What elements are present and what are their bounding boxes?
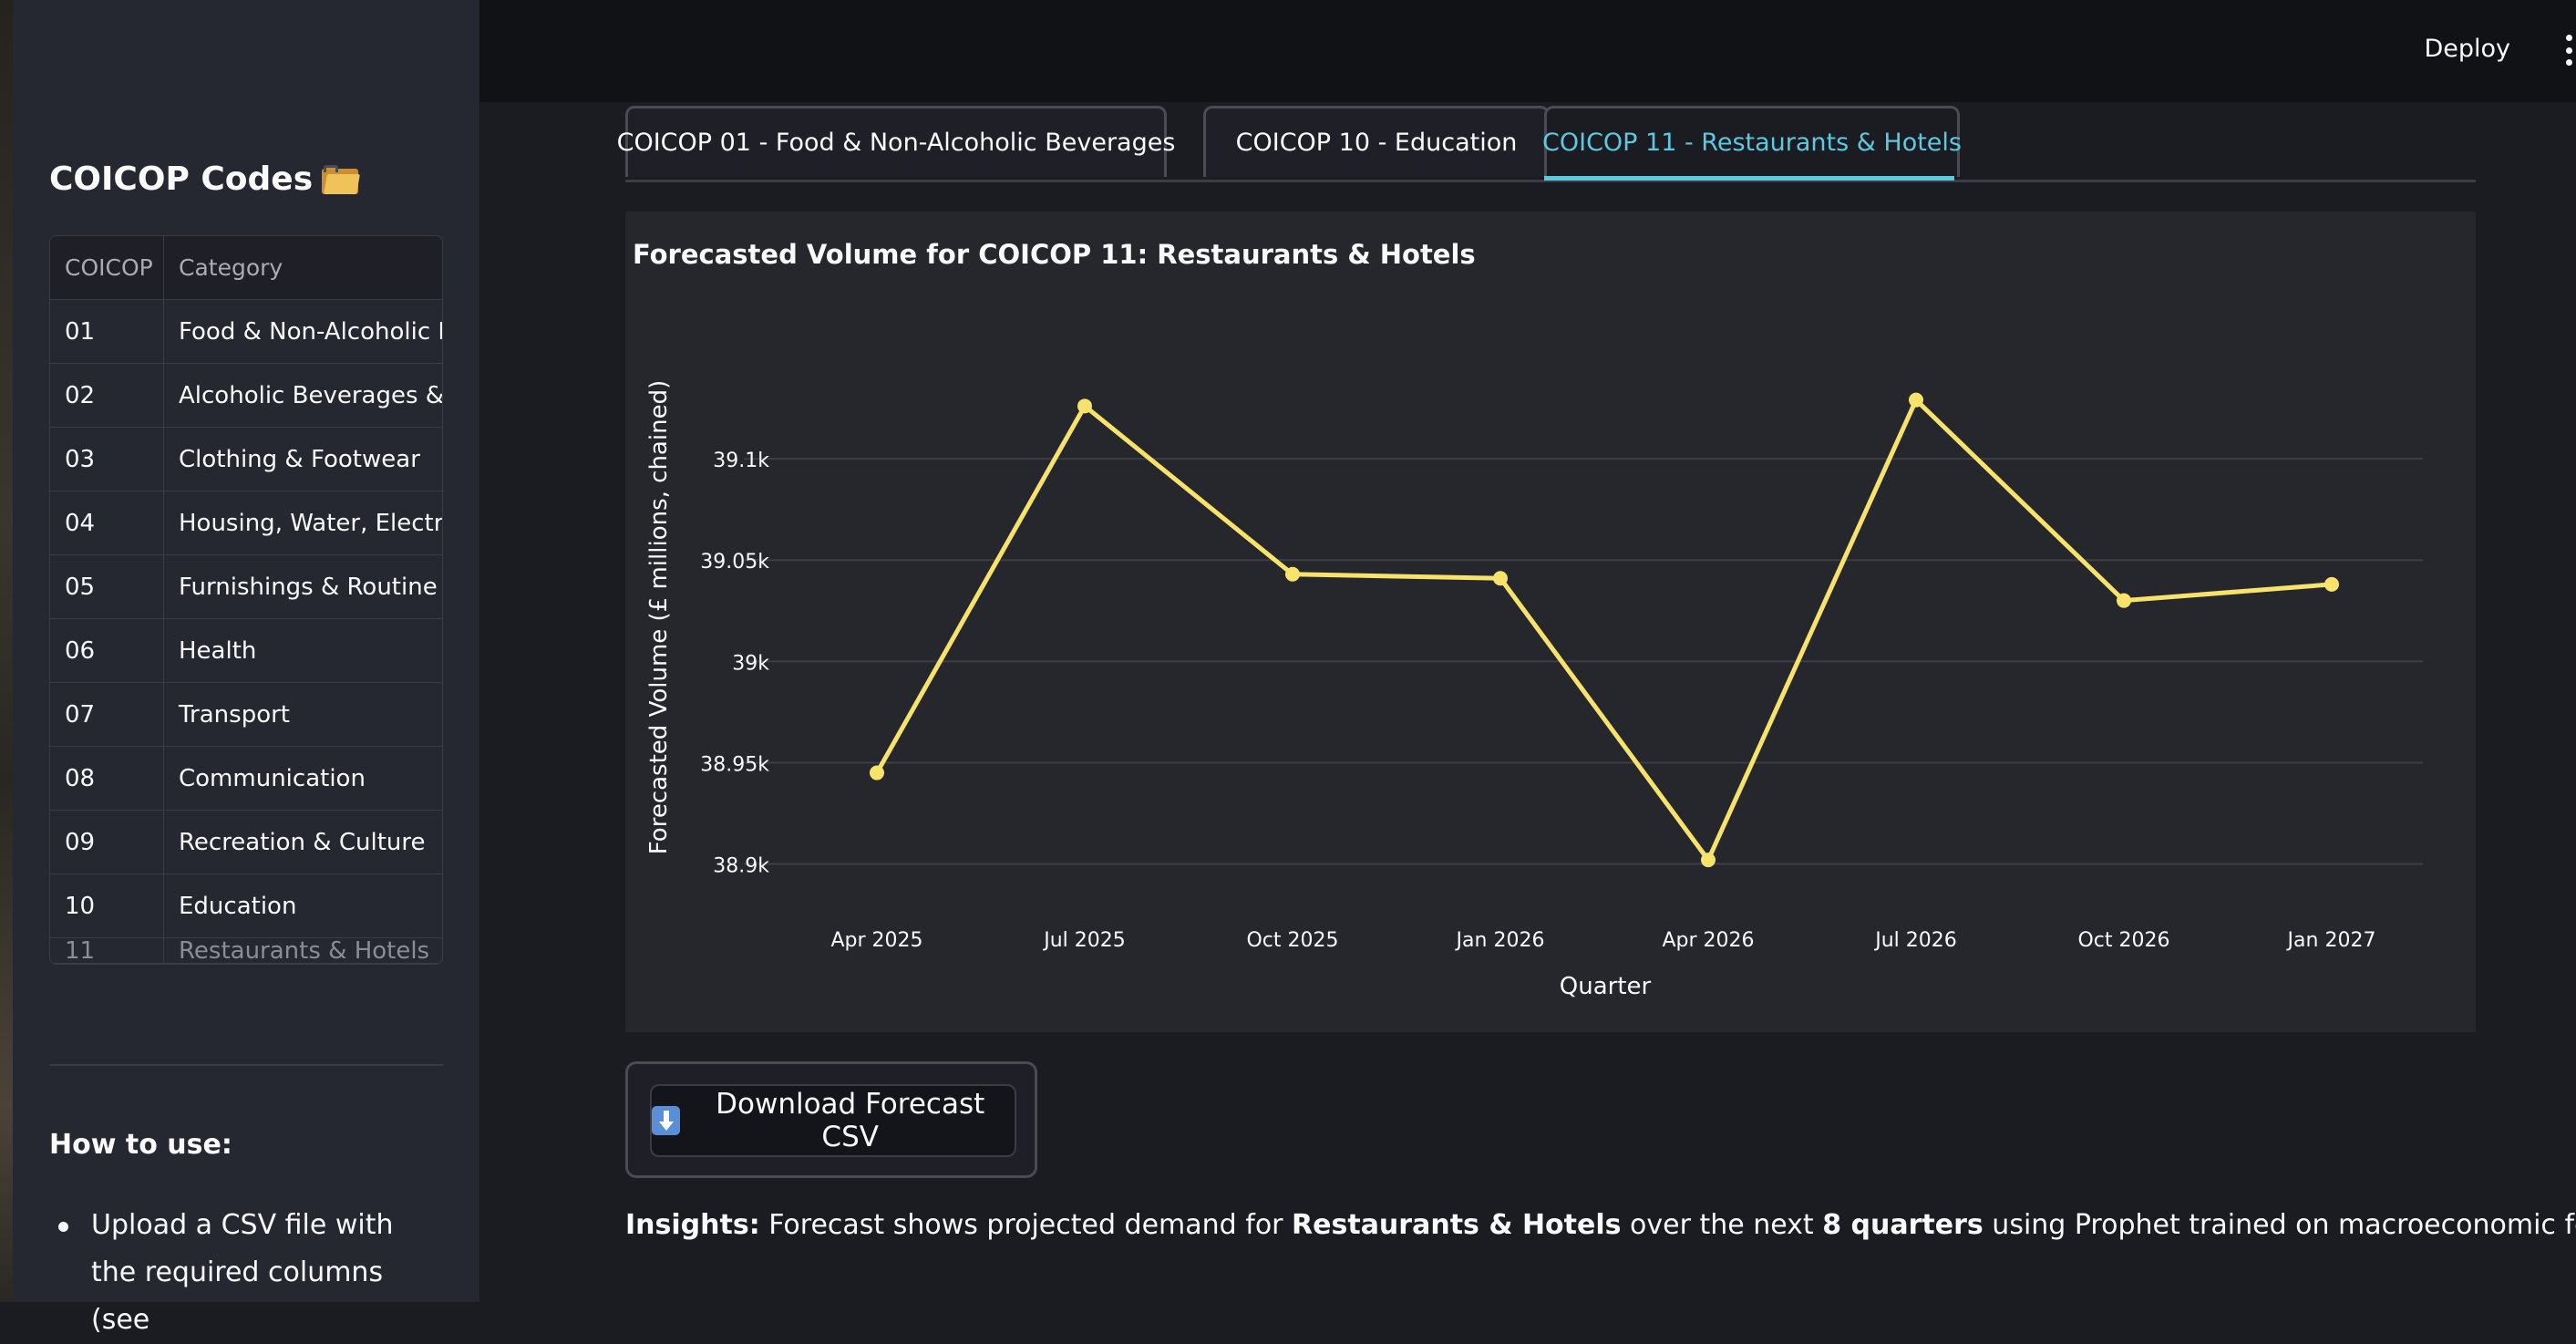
y-tick-label: 39.05k (700, 551, 769, 574)
table-row[interactable]: 01 Food & Non-Alcoholic Beverages (50, 300, 442, 364)
table-row[interactable]: 09 Recreation & Culture (50, 811, 442, 874)
cell-code: 05 (50, 555, 164, 618)
chart-title: Forecasted Volume for COICOP 11: Restaur… (633, 239, 1476, 270)
download-forecast-button[interactable]: Download Forecast CSV (650, 1084, 1016, 1157)
cell-category: Clothing & Footwear (179, 445, 420, 473)
cell-category: Restaurants & Hotels (179, 938, 430, 963)
table-row[interactable]: 02 Alcoholic Beverages & Tobacco (50, 364, 442, 428)
table-row[interactable]: 03 Clothing & Footwear (50, 428, 442, 491)
data-point[interactable] (1285, 566, 1300, 582)
cell-code: 06 (50, 619, 164, 682)
x-tick-label: Oct 2026 (2077, 929, 2169, 952)
x-axis-title: Quarter (1560, 973, 1652, 1000)
data-point[interactable] (1909, 392, 1923, 408)
x-tick-label: Apr 2026 (1662, 929, 1754, 952)
y-tick-label: 39.1k (713, 450, 769, 472)
column-header-category[interactable]: Category (164, 236, 442, 299)
insights-category: Restaurants & Hotels (1292, 1209, 1622, 1241)
y-axis-title: Forecasted Volume (£ millions, chained) (645, 380, 673, 854)
x-tick-label: Jul 2025 (1042, 929, 1126, 952)
cell-code: 01 (50, 300, 164, 363)
table-row[interactable]: 10 Education (50, 874, 442, 938)
table-header: COICOP Category (50, 236, 442, 300)
insights-text-1: Forecast shows projected demand for (759, 1209, 1293, 1241)
cell-category: Communication (179, 764, 366, 792)
table-body: 01 Food & Non-Alcoholic Beverages 02 Alcoho… (50, 300, 442, 964)
cell-code: 11 (50, 938, 164, 963)
data-point[interactable] (2117, 593, 2131, 608)
y-tick-label: 38.9k (713, 855, 769, 878)
tab-bar: COICOP 01 - Food & Non-Alcoholic Beverag… (617, 106, 2476, 182)
active-tab-indicator (1544, 176, 1954, 181)
insights-text-2: over the next (1621, 1209, 1823, 1241)
column-header-coicop[interactable]: COICOP (50, 236, 164, 299)
insights-text-3: using Prophet trained on macroeconomic f… (1992, 1209, 2576, 1241)
table-row[interactable]: 06 Health (50, 619, 442, 683)
x-tick-label: Jul 2026 (1873, 929, 1957, 952)
cell-code: 10 (50, 874, 164, 937)
tab-coicop-01[interactable]: COICOP 01 - Food & Non-Alcoholic Beverag… (617, 106, 1175, 177)
data-point[interactable] (1493, 571, 1508, 586)
y-tick-label: 39k (732, 652, 769, 675)
data-point[interactable] (1077, 398, 1092, 414)
series-line[interactable] (874, 398, 2333, 863)
kebab-menu-icon[interactable] (2563, 35, 2574, 66)
download-container: Download Forecast CSV (625, 1061, 1037, 1178)
deploy-button[interactable]: Deploy (2413, 29, 2521, 68)
cell-category: Education (179, 892, 297, 920)
y-tick-label: 38.95k (700, 753, 769, 776)
data-point[interactable] (2324, 576, 2339, 592)
sidebar-title: COICOP Codes (49, 160, 361, 198)
table-row[interactable]: 07 Transport (50, 683, 442, 747)
cell-category: Food & Non-Alcoholic Beverages (179, 317, 442, 346)
data-point[interactable] (870, 765, 884, 781)
cell-code: 02 (50, 364, 164, 427)
cell-code: 04 (50, 491, 164, 554)
cell-category: Furnishings & Routine Household (179, 573, 442, 601)
x-tick-label: Jan 2027 (2286, 929, 2376, 952)
insights-text: Insights: Forecast shows projected deman… (625, 1209, 2576, 1241)
table-row[interactable]: 08 Communication (50, 747, 442, 811)
top-bar: Deploy (479, 0, 2576, 102)
cell-code: 08 (50, 747, 164, 810)
download-arrow-icon (652, 1106, 681, 1135)
howto-title: How to use: (49, 1129, 232, 1161)
list-item: Upload a CSV file with the required colu… (49, 1202, 443, 1344)
bullet-icon (58, 1222, 68, 1232)
tab-coicop-10[interactable]: COICOP 10 - Education (1203, 106, 1550, 177)
table-row[interactable]: 04 Housing, Water, Electricity (50, 491, 442, 555)
table-row[interactable]: 11 Restaurants & Hotels (50, 938, 442, 964)
howto-list: Upload a CSV file with the required colu… (49, 1202, 443, 1344)
x-tick-label: Apr 2025 (830, 929, 922, 952)
table-row[interactable]: 05 Furnishings & Routine Household (50, 555, 442, 619)
cell-category: Health (179, 636, 257, 665)
cell-category: Transport (179, 700, 291, 729)
data-point[interactable] (1701, 853, 1716, 868)
cell-category: Alcoholic Beverages & Tobacco (179, 381, 442, 409)
x-tick-label: Jan 2026 (1455, 929, 1545, 952)
divider (49, 1064, 443, 1066)
cell-code: 03 (50, 428, 164, 491)
folder-icon (322, 164, 361, 194)
sidebar-title-text: COICOP Codes (49, 160, 314, 198)
background-strip (0, 0, 13, 1302)
cell-code: 09 (50, 811, 164, 874)
sidebar: COICOP Codes COICOP Category 01 Food & No… (13, 0, 479, 1336)
insights-prefix: Insights: (625, 1209, 760, 1241)
cell-category: Recreation & Culture (179, 828, 426, 856)
download-label: Download Forecast CSV (716, 1088, 985, 1153)
cell-code: 07 (50, 683, 164, 746)
forecast-chart[interactable]: 38.9k 38.95k 39k 39.05k 39.1k Apr 2025 Jul 202… (625, 212, 2476, 1032)
chart-panel[interactable]: 38.9k 38.95k 39k 39.05k 39.1k Apr 2025 Jul 202… (625, 212, 2476, 1032)
cell-category: Housing, Water, Electricity (179, 509, 442, 537)
insights-horizon: 8 quarters (1822, 1209, 1984, 1241)
howto-item-text: Upload a CSV file with the required colu… (91, 1209, 394, 1336)
coicop-table[interactable]: COICOP Category 01 Food & Non-Alcoholic B… (49, 235, 443, 965)
x-tick-label: Oct 2025 (1246, 929, 1338, 952)
tab-coicop-11[interactable]: COICOP 11 - Restaurants & Hotels (1542, 106, 1962, 177)
